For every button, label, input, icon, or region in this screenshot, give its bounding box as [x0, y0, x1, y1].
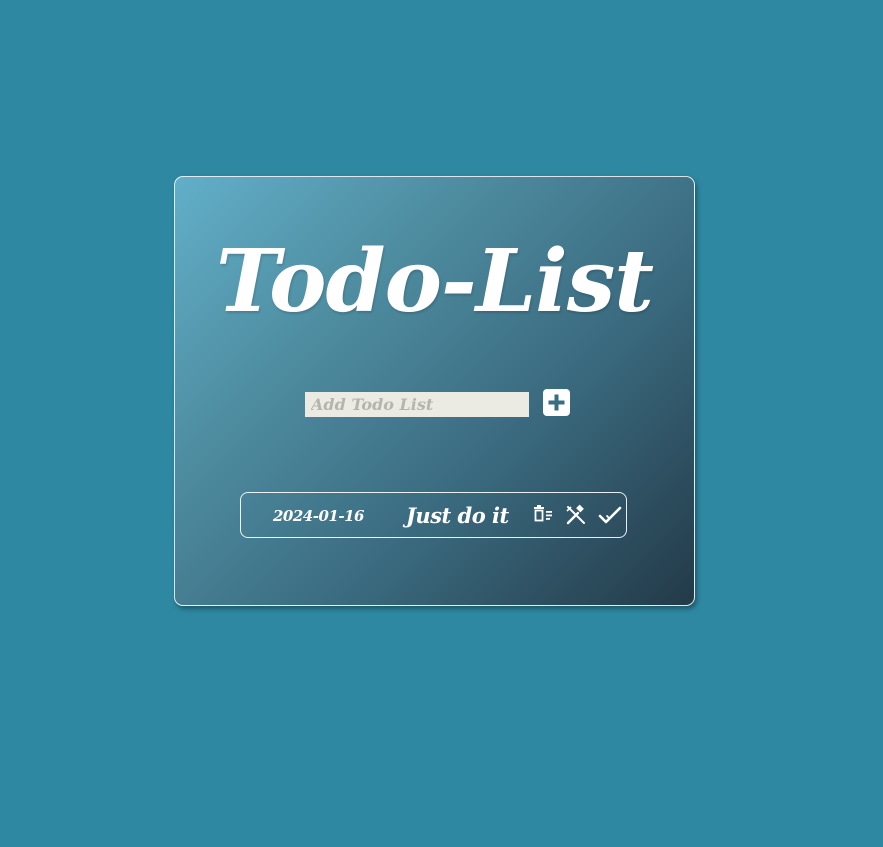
edit-icon — [566, 504, 585, 525]
todo-date: 2024-01-16 — [273, 507, 364, 525]
todo-text: Just do it — [406, 503, 509, 528]
app-title: Todo-List — [216, 231, 654, 332]
check-icon — [598, 506, 622, 524]
trash-icon — [534, 505, 552, 522]
delete-todo-button[interactable] — [531, 503, 555, 527]
complete-todo-button[interactable] — [598, 503, 622, 527]
plus-icon — [548, 394, 565, 411]
edit-todo-button[interactable] — [564, 503, 588, 527]
add-todo-button[interactable] — [543, 389, 570, 416]
add-todo-input[interactable] — [305, 392, 529, 417]
todo-card: Todo-List 2024-01-16 Just do it — [174, 176, 695, 606]
todo-item: 2024-01-16 Just do it — [240, 492, 627, 538]
